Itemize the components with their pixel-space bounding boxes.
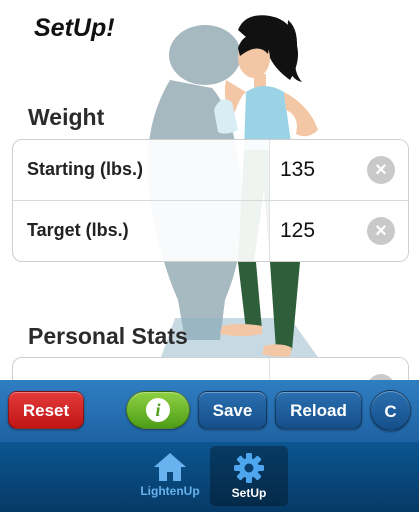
gear-icon bbox=[234, 453, 264, 483]
starting-weight-cell: × bbox=[269, 140, 408, 200]
tab-lightenup[interactable]: LightenUp bbox=[131, 446, 209, 506]
home-icon bbox=[154, 453, 186, 481]
tab-lightenup-label: LightenUp bbox=[140, 484, 200, 498]
tab-bar: LightenUp SetUp bbox=[0, 442, 419, 512]
page-title: SetUp! bbox=[34, 14, 115, 42]
save-button[interactable]: Save bbox=[198, 391, 267, 429]
clear-starting-weight-button[interactable]: × bbox=[367, 156, 395, 184]
target-weight-input[interactable] bbox=[280, 218, 360, 244]
reload-button[interactable]: Reload bbox=[275, 391, 362, 429]
starting-weight-label: Starting (lbs.) bbox=[27, 159, 143, 179]
weight-card: Starting (lbs.) × Target (lbs.) × bbox=[12, 139, 409, 262]
c-button[interactable]: C bbox=[370, 390, 411, 431]
info-icon: i bbox=[146, 398, 170, 422]
weight-heading: Weight bbox=[28, 104, 105, 130]
tab-setup[interactable]: SetUp bbox=[210, 446, 288, 506]
target-weight-cell: × bbox=[269, 201, 408, 261]
close-icon: × bbox=[375, 220, 387, 242]
starting-weight-input[interactable] bbox=[280, 157, 360, 183]
target-weight-label: Target (lbs.) bbox=[27, 220, 129, 240]
close-icon: × bbox=[375, 159, 387, 181]
reset-button[interactable]: Reset bbox=[8, 391, 84, 429]
personal-stats-heading: Personal Stats bbox=[28, 323, 188, 349]
info-button[interactable]: i bbox=[126, 391, 190, 429]
target-weight-row: Target (lbs.) × bbox=[13, 201, 408, 261]
clear-target-weight-button[interactable]: × bbox=[367, 217, 395, 245]
tab-setup-label: SetUp bbox=[231, 486, 267, 500]
action-toolbar: Reset i Save Reload C bbox=[0, 380, 419, 442]
starting-weight-row: Starting (lbs.) × bbox=[13, 140, 408, 201]
